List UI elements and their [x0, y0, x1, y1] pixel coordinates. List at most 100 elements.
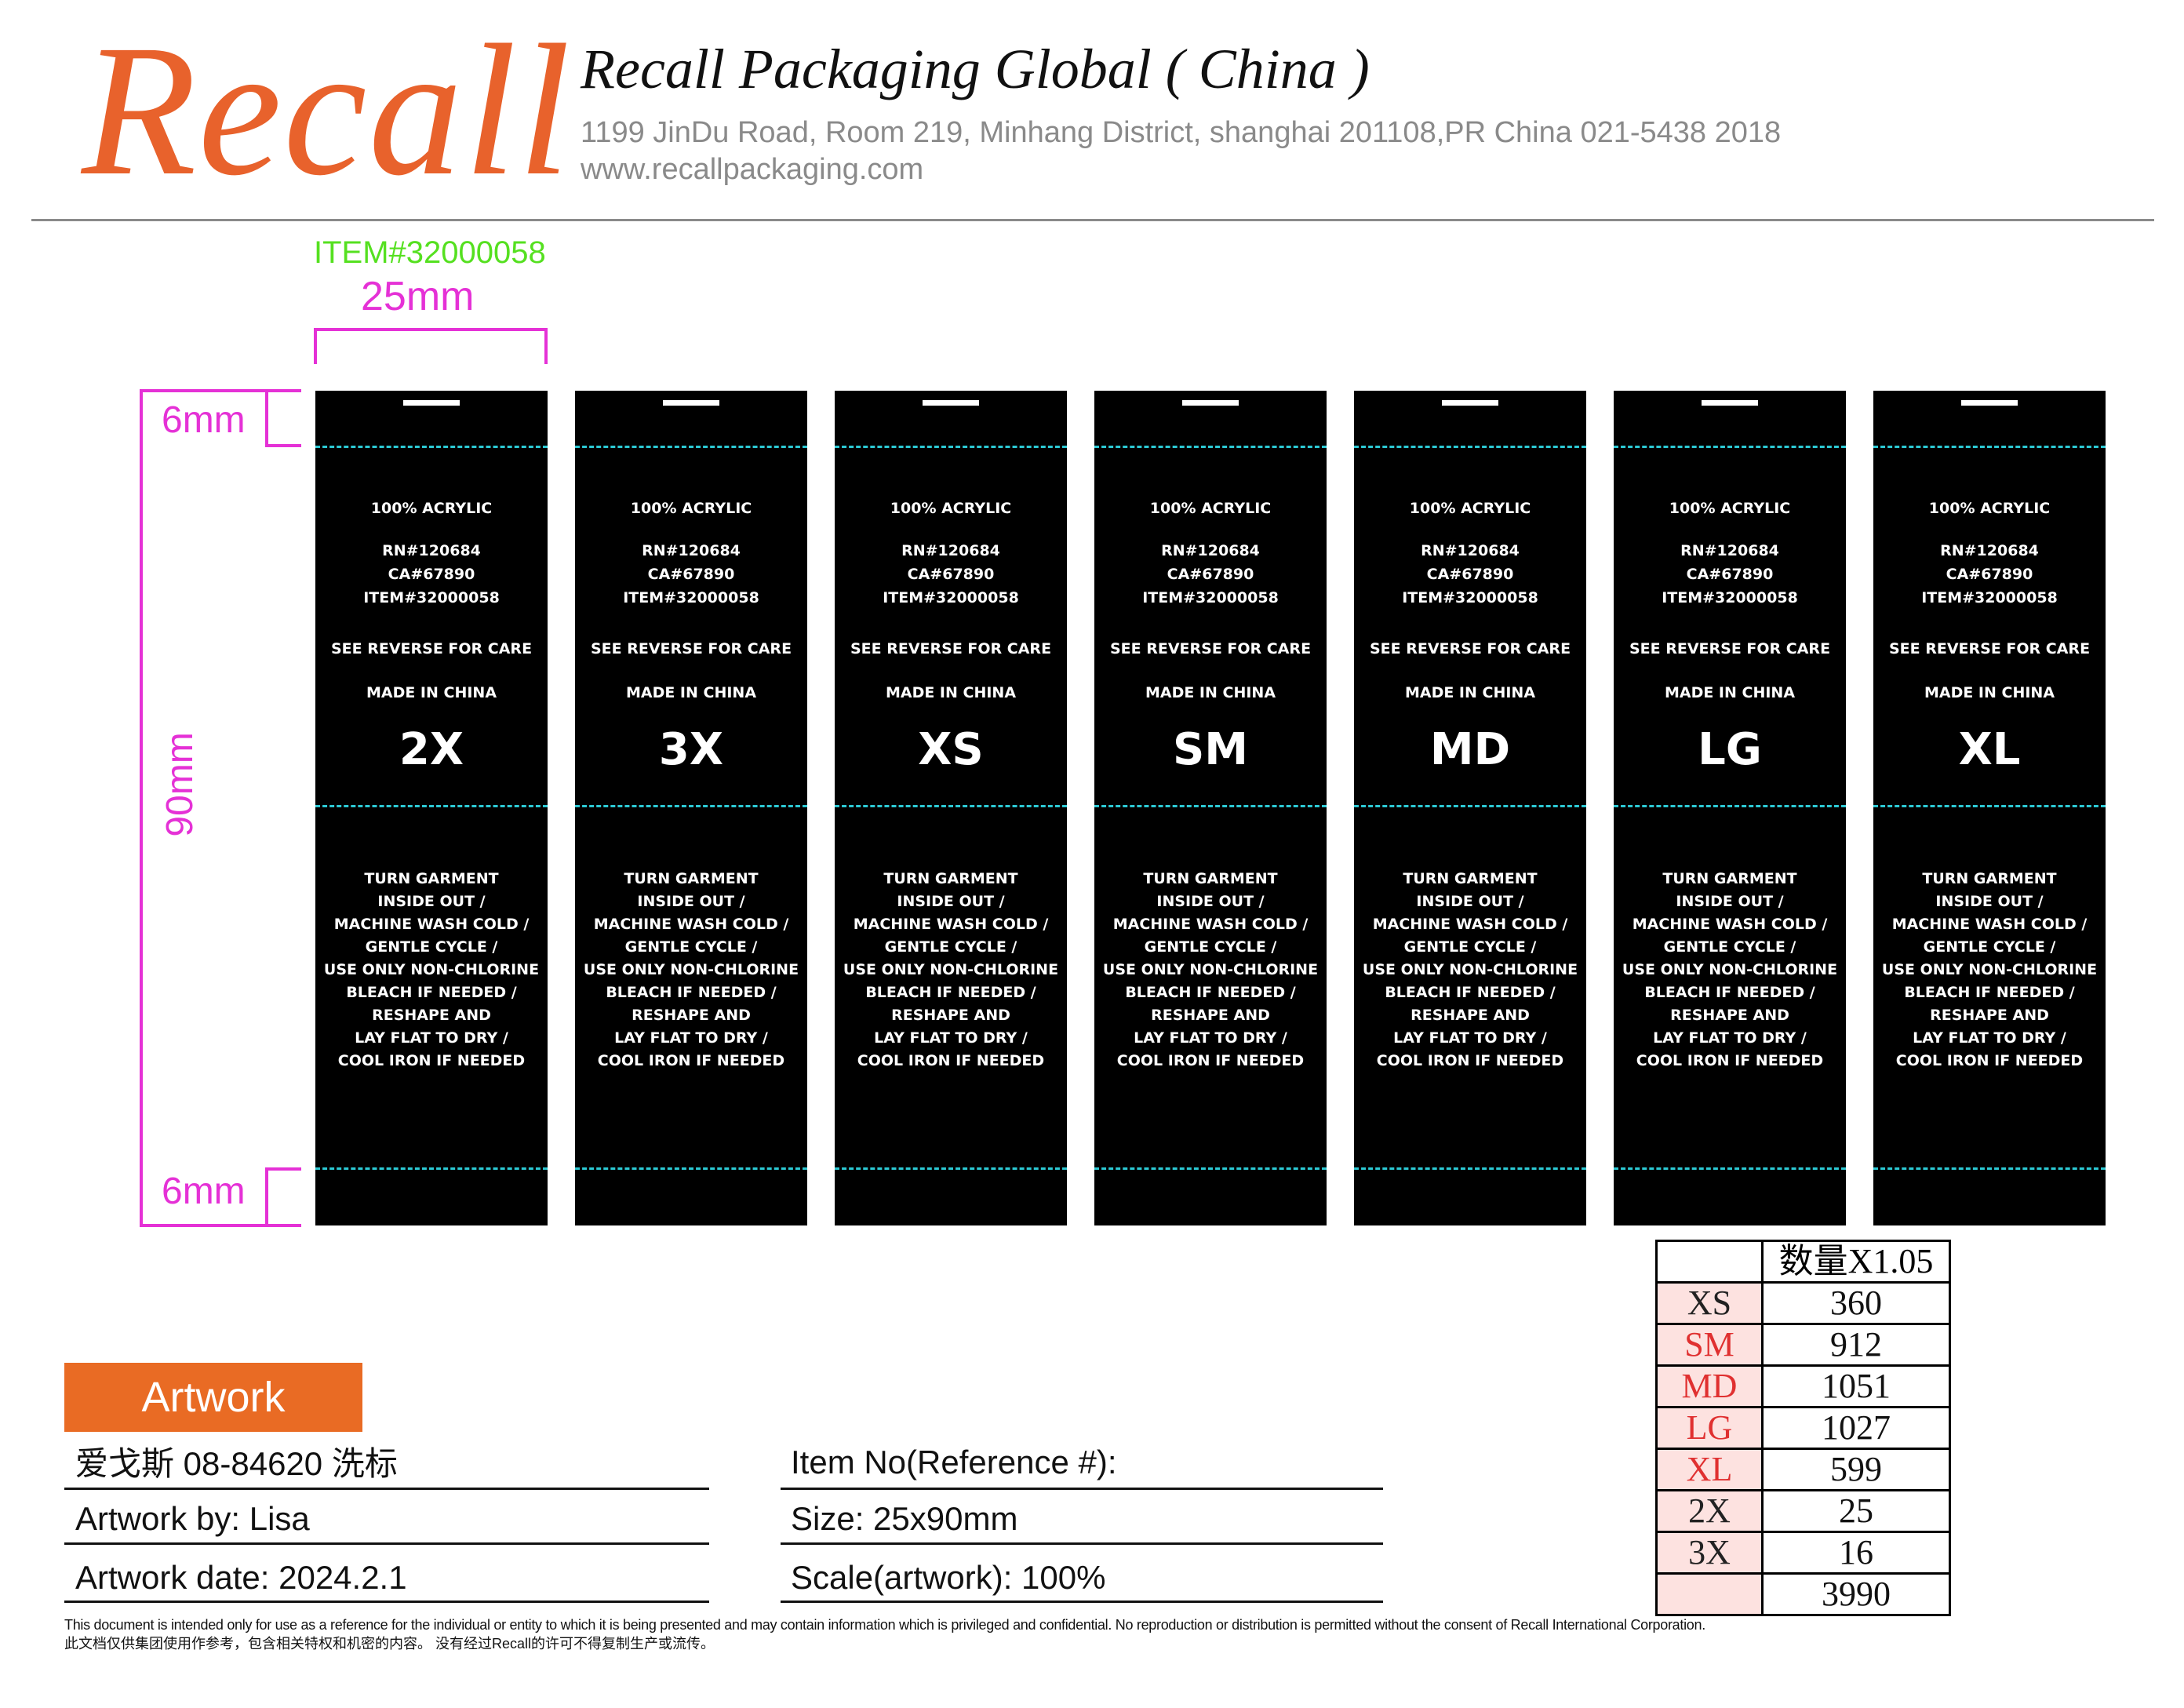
- care-instructions: TURN GARMENT INSIDE OUT / MACHINE WASH COL…: [835, 868, 1067, 1073]
- item-number: ITEM#32000058: [883, 589, 1019, 606]
- cut-line: [1614, 1167, 1846, 1170]
- care-line: BLEACH IF NEEDED /: [346, 984, 517, 1001]
- care-line: BLEACH IF NEEDED /: [1644, 984, 1815, 1001]
- see-reverse-text: SEE REVERSE FOR CARE: [1888, 640, 2091, 657]
- top-margin-label: 6mm: [162, 399, 246, 441]
- care-line: INSIDE OUT /: [897, 893, 1005, 910]
- care-line: INSIDE OUT /: [637, 893, 745, 910]
- care-line: BLEACH IF NEEDED /: [1125, 984, 1296, 1001]
- cut-line: [835, 1167, 1067, 1170]
- ca-number: CA#67890: [388, 566, 475, 583]
- quantity-row: LG 1027: [1655, 1406, 1951, 1450]
- see-reverse-text: SEE REVERSE FOR CARE: [590, 640, 792, 657]
- hang-slot: [403, 400, 460, 406]
- care-line: COOL IRON IF NEEDED: [857, 1052, 1045, 1069]
- cut-line: [835, 446, 1067, 448]
- cut-line: [1354, 805, 1586, 807]
- ca-number: CA#67890: [1686, 566, 1774, 583]
- hang-slot: [1182, 400, 1239, 406]
- origin-text: MADE IN CHINA: [1664, 684, 1796, 701]
- item-number: ITEM#32000058: [363, 589, 500, 606]
- hang-slot: [1442, 400, 1498, 406]
- fiber-content: 100% ACRYLIC: [1149, 500, 1272, 517]
- quantity-size-cell: XS: [1655, 1281, 1764, 1325]
- cut-line: [1094, 805, 1327, 807]
- fiber-content: 100% ACRYLIC: [630, 500, 752, 517]
- size-code: XS: [918, 724, 984, 775]
- quantity-table: 数量X1.05 XS 360 SM 912 MD 1051 LG 1027 XL 599 2X 25 3…: [1655, 1240, 1951, 1616]
- rn-number: RN#120684: [382, 542, 481, 559]
- rn-number: RN#120684: [1421, 542, 1520, 559]
- care-line: BLEACH IF NEEDED /: [865, 984, 1036, 1001]
- cut-line: [315, 446, 548, 448]
- quantity-value-cell: 360: [1761, 1281, 1951, 1325]
- care-line: BLEACH IF NEEDED /: [1385, 984, 1556, 1001]
- fiber-content: 100% ACRYLIC: [370, 500, 493, 517]
- care-line: COOL IRON IF NEEDED: [337, 1052, 526, 1069]
- header-empty-cell: [1655, 1240, 1764, 1284]
- cut-line: [575, 446, 807, 448]
- disclaimer-chinese: 此文档仅供集团使用作参考，包含相关特权和机密的内容。 没有经过Recall的许可…: [64, 1636, 715, 1652]
- care-line: BLEACH IF NEEDED /: [606, 984, 777, 1001]
- ca-number: CA#67890: [1167, 566, 1254, 583]
- rn-number: RN#120684: [642, 542, 741, 559]
- quantity-table-header: 数量X1.05: [1655, 1240, 1951, 1284]
- quantity-total: 3990: [1761, 1572, 1951, 1616]
- care-line: RESHAPE AND: [372, 1007, 491, 1024]
- care-line: MACHINE WASH COLD /: [853, 916, 1049, 933]
- care-line: COOL IRON IF NEEDED: [1116, 1052, 1305, 1069]
- quantity-value-cell: 912: [1761, 1323, 1951, 1367]
- care-line: LAY FLAT TO DRY /: [1393, 1029, 1547, 1047]
- see-reverse-text: SEE REVERSE FOR CARE: [1109, 640, 1312, 657]
- care-line: LAY FLAT TO DRY /: [614, 1029, 768, 1047]
- care-line: GENTLE CYCLE /: [884, 938, 1017, 956]
- fiber-content: 100% ACRYLIC: [1928, 500, 2051, 517]
- care-line: LAY FLAT TO DRY /: [1913, 1029, 2066, 1047]
- care-line: GENTLE CYCLE /: [365, 938, 498, 956]
- quantity-value-cell: 599: [1761, 1448, 1951, 1491]
- care-line: RESHAPE AND: [1670, 1007, 1789, 1024]
- care-line: COOL IRON IF NEEDED: [597, 1052, 785, 1069]
- cut-line: [835, 805, 1067, 807]
- care-instructions: TURN GARMENT INSIDE OUT / MACHINE WASH COL…: [1873, 868, 2106, 1073]
- care-line: RESHAPE AND: [632, 1007, 751, 1024]
- item-number: ITEM#32000058: [1402, 589, 1538, 606]
- total-label-cell: [1655, 1572, 1764, 1616]
- artwork-button: Artwork: [64, 1363, 362, 1432]
- cut-line: [1354, 1167, 1586, 1170]
- rule-name: [64, 1488, 709, 1490]
- rn-number: RN#120684: [1940, 542, 2039, 559]
- quantity-row: 3X 16: [1655, 1531, 1951, 1575]
- size-code: MD: [1429, 724, 1511, 775]
- rule-scale: [781, 1601, 1383, 1603]
- quantity-value-cell: 1027: [1761, 1406, 1951, 1450]
- care-instructions: TURN GARMENT INSIDE OUT / MACHINE WASH COL…: [315, 868, 548, 1073]
- care-line: LAY FLAT TO DRY /: [355, 1029, 508, 1047]
- origin-text: MADE IN CHINA: [1924, 684, 2055, 701]
- care-instructions: TURN GARMENT INSIDE OUT / MACHINE WASH COL…: [1354, 868, 1586, 1073]
- care-line: COOL IRON IF NEEDED: [1376, 1052, 1564, 1069]
- rn-number: RN#120684: [1680, 542, 1779, 559]
- care-line: GENTLE CYCLE /: [1923, 938, 2056, 956]
- care-line: LAY FLAT TO DRY /: [1653, 1029, 1807, 1047]
- quantity-row: XL 599: [1655, 1448, 1951, 1491]
- item-number: ITEM#32000058: [1921, 589, 2058, 606]
- care-line: USE ONLY NON-CHLORINE: [1102, 961, 1319, 978]
- care-line: TURN GARMENT: [364, 870, 499, 887]
- quantity-size-cell: LG: [1655, 1406, 1764, 1450]
- cut-line: [315, 1167, 548, 1170]
- origin-text: MADE IN CHINA: [1404, 684, 1536, 701]
- hang-slot: [923, 400, 979, 406]
- care-line: MACHINE WASH COLD /: [1891, 916, 2088, 933]
- care-line: TURN GARMENT: [1403, 870, 1538, 887]
- height-dimension-label: 90mm: [159, 732, 201, 837]
- care-line: GENTLE CYCLE /: [1403, 938, 1537, 956]
- care-line: RESHAPE AND: [1410, 1007, 1530, 1024]
- size-code: XL: [1958, 724, 2021, 775]
- care-line: GENTLE CYCLE /: [624, 938, 758, 956]
- care-label: 100% ACRYLIC RN#120684 CA#67890 ITEM#320000…: [1354, 391, 1586, 1225]
- see-reverse-text: SEE REVERSE FOR CARE: [1629, 640, 1831, 657]
- fiber-content: 100% ACRYLIC: [1669, 500, 1791, 517]
- see-reverse-text: SEE REVERSE FOR CARE: [850, 640, 1052, 657]
- artwork-scale: Scale(artwork): 100%: [791, 1559, 1106, 1596]
